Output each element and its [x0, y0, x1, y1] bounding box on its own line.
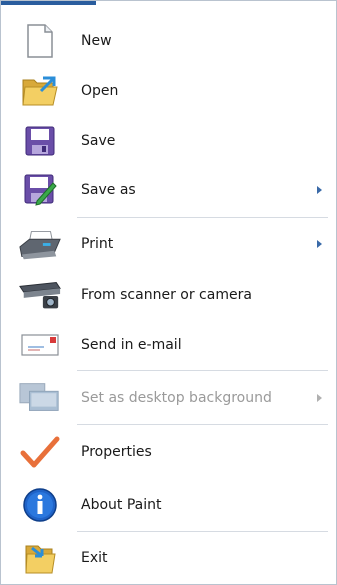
menu-item-new[interactable]: New: [1, 17, 336, 65]
menu-item-save-as[interactable]: Save as: [1, 166, 336, 214]
menu-item-print[interactable]: Print: [1, 220, 336, 268]
menu-item-about-paint[interactable]: About Paint: [1, 481, 336, 529]
menu-item-send-in-email[interactable]: Send in e-mail: [1, 321, 336, 369]
email-icon: [18, 325, 62, 365]
floppy-disk-icon: [18, 121, 62, 161]
submenu-arrow-icon: [317, 394, 322, 402]
scanner-icon: [18, 275, 62, 315]
menu-item-set-as-desktop-background[interactable]: Set as desktop background: [1, 374, 336, 422]
menu-item-label: Exit: [81, 550, 108, 566]
menu-item-label: Set as desktop background: [81, 390, 272, 406]
menu-item-label: From scanner or camera: [81, 287, 252, 303]
menu-item-label: Save as: [81, 182, 136, 198]
desktop-background-icon: [18, 378, 62, 418]
menu-separator: [77, 424, 328, 425]
submenu-arrow-icon: [317, 186, 322, 194]
menu-item-label: Open: [81, 83, 119, 99]
menu-item-exit[interactable]: Exit: [1, 534, 336, 582]
menu-item-label: New: [81, 33, 112, 49]
new-document-icon: [18, 21, 62, 61]
menu-item-label: Properties: [81, 444, 152, 460]
menu-item-from-scanner-or-camera[interactable]: From scanner or camera: [1, 271, 336, 319]
exit-icon: [18, 538, 62, 578]
menu-separator: [77, 531, 328, 532]
menu-item-label: About Paint: [81, 497, 162, 513]
menu-item-open[interactable]: Open: [1, 67, 336, 115]
checkmark-icon: [18, 432, 62, 472]
menu-item-label: Print: [81, 236, 114, 252]
menu-item-label: Send in e-mail: [81, 337, 182, 353]
open-folder-icon: [18, 71, 62, 111]
save-as-icon: [18, 170, 62, 210]
submenu-arrow-icon: [317, 240, 322, 248]
menu-item-properties[interactable]: Properties: [1, 428, 336, 476]
menu-item-label: Save: [81, 133, 116, 149]
info-icon: [18, 485, 62, 525]
menu-separator: [77, 217, 328, 218]
menu-item-save[interactable]: Save: [1, 117, 336, 165]
menu-accent-bar: [1, 1, 96, 5]
printer-icon: [18, 224, 62, 264]
paint-file-menu: New Open Save Save as Print From scanner…: [0, 0, 337, 585]
menu-separator: [77, 370, 328, 371]
